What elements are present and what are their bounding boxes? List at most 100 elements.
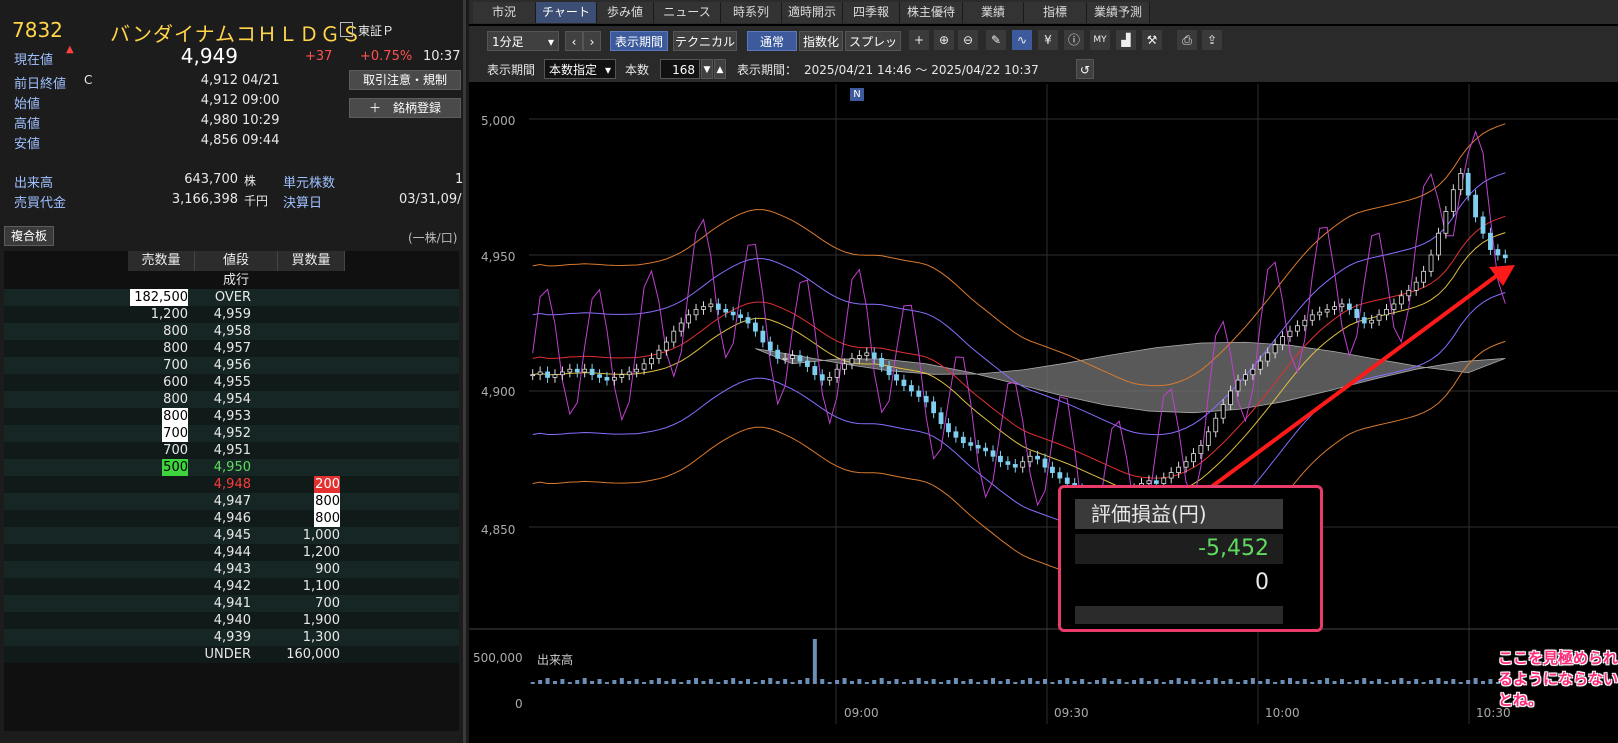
book-row[interactable]: 4,946 800 — [4, 510, 459, 527]
info-icon[interactable]: ⓘ — [1064, 30, 1084, 50]
register-stock-button[interactable]: ＋ 銘柄登録 — [349, 98, 461, 118]
zoom-out-icon[interactable]: ⊖ — [958, 30, 978, 50]
tab-item[interactable]: 歩み値 — [597, 2, 654, 23]
candle — [1064, 477, 1070, 484]
x-tick-0900: 09:00 — [844, 706, 879, 720]
y-tick-4950: 4,950 — [481, 250, 516, 264]
area-chart-icon[interactable]: ▟ — [1116, 30, 1136, 50]
volume-bar — [924, 681, 929, 684]
candle — [1369, 319, 1375, 324]
pencil-icon[interactable]: ✎ — [986, 30, 1006, 50]
volume-bar — [768, 678, 773, 684]
interval-select[interactable]: 1分足 ▾ — [487, 31, 559, 51]
book-row[interactable]: 4,942 1,100 — [4, 578, 459, 595]
book-row[interactable]: 800 4,954 — [4, 391, 459, 408]
price: 4,939 — [213, 630, 251, 645]
tab-item[interactable]: 株主優待 — [900, 2, 963, 23]
book-row[interactable]: 4,944 1,200 — [4, 544, 459, 561]
book-row[interactable]: 800 4,953 — [4, 408, 459, 425]
candle — [1376, 314, 1382, 321]
book-row[interactable]: 4,947 800 — [4, 493, 459, 510]
interval-value: 1分足 — [492, 35, 524, 49]
print-icon[interactable]: ⎙ — [1177, 30, 1197, 50]
period-mode-select[interactable]: 本数指定 ▾ — [544, 59, 616, 79]
book-row[interactable]: 182,500 OVER — [4, 289, 459, 306]
tab-bar: 市況 チャート 歩み値 ニュース 時系列 適時開示 四季報 株主優待 業績 指標 業績予測 — [469, 0, 1618, 24]
book-row[interactable]: 4,940 1,900 — [4, 612, 459, 629]
book-row[interactable]: 800 4,958 — [4, 323, 459, 340]
candle — [560, 371, 565, 376]
candle — [775, 349, 781, 359]
candle — [1168, 472, 1174, 479]
technical-button[interactable]: テクニカル — [673, 31, 737, 51]
book-row[interactable]: UNDER 160,000 — [4, 646, 459, 663]
book-row[interactable]: 1,200 4,959 — [4, 306, 459, 323]
candle — [1309, 314, 1315, 321]
yen-icon[interactable]: ¥ — [1038, 30, 1058, 50]
display-period-button[interactable]: 表示期間 — [610, 31, 668, 51]
book-row[interactable]: 700 4,956 — [4, 357, 459, 374]
book-row[interactable]: 600 4,955 — [4, 374, 459, 391]
volume-bar — [1265, 679, 1270, 684]
tab-item[interactable]: ニュース — [654, 2, 721, 23]
candle — [916, 390, 922, 397]
normal-button[interactable]: 通常 — [747, 31, 797, 51]
volume-bar — [1258, 681, 1263, 684]
market-order-label: 成行 — [222, 273, 249, 288]
tab-item[interactable]: 業績予測 — [1087, 2, 1150, 23]
prev-button[interactable]: ‹ — [565, 31, 583, 51]
memo-icon[interactable] — [340, 22, 353, 37]
volume-bar — [1421, 682, 1426, 684]
tab-item[interactable]: チャート — [536, 2, 597, 23]
volume-bar — [1005, 679, 1010, 684]
book-row[interactable]: 500 4,950 — [4, 459, 459, 476]
count-up-icon[interactable]: ▲ — [714, 59, 726, 79]
tab-item[interactable]: 時系列 — [721, 2, 782, 23]
candle — [611, 376, 617, 381]
tab-item[interactable]: 四季報 — [843, 2, 900, 23]
book-row[interactable]: 4,948 200 — [4, 476, 459, 493]
news-marker[interactable]: N — [850, 88, 864, 101]
candle — [849, 357, 855, 365]
line-chart-icon[interactable]: ∿ — [1012, 30, 1032, 50]
tab-item[interactable]: 業績 — [963, 2, 1024, 23]
book-row[interactable]: 700 4,952 — [4, 425, 459, 442]
book-row[interactable]: 4,945 1,000 — [4, 527, 459, 544]
candle — [842, 363, 847, 370]
sell-qty: 182,500 — [130, 289, 188, 306]
zoom-in-icon[interactable]: ⊕ — [934, 30, 954, 50]
book-row[interactable]: 4,941 700 — [4, 595, 459, 612]
count-down-icon[interactable]: ▼ — [701, 59, 713, 79]
export-icon[interactable]: ⇪ — [1202, 30, 1222, 50]
price-change: +37 — [305, 49, 333, 64]
price-chart[interactable] — [469, 84, 1618, 743]
volume-bar — [1191, 679, 1196, 684]
volume-bar — [1139, 678, 1144, 684]
candle — [574, 368, 580, 373]
book-row[interactable]: 4,939 1,300 — [4, 629, 459, 646]
book-row[interactable]: 800 4,957 — [4, 340, 459, 357]
tab-item[interactable]: 市況 — [473, 2, 536, 23]
wrench-icon[interactable]: ⚒ — [1142, 30, 1162, 50]
crosshair-icon[interactable]: + — [909, 30, 929, 50]
trade-caution-button[interactable]: 取引注意・規制 — [349, 70, 461, 90]
range-value: 2025/04/21 14:46 〜 2025/04/22 10:37 — [804, 63, 1039, 77]
tab-item[interactable]: 指標 — [1024, 2, 1087, 23]
book-tab[interactable]: 複合板 — [4, 226, 54, 246]
reset-icon[interactable]: ↺ — [1076, 59, 1094, 79]
my-icon[interactable]: MY — [1090, 30, 1110, 50]
candle — [1295, 325, 1300, 332]
volume-bar — [998, 681, 1003, 684]
current-price: 4,949 — [180, 44, 238, 68]
spread-button[interactable]: スプレッド — [845, 31, 901, 69]
book-row[interactable]: 4,943 900 — [4, 561, 459, 578]
count-input[interactable]: 168 — [660, 59, 700, 79]
index-button[interactable]: 指数化 — [799, 31, 843, 51]
high-value: 4,980 — [200, 113, 238, 128]
candle — [715, 303, 721, 310]
candle — [983, 447, 988, 452]
next-button[interactable]: › — [583, 31, 601, 51]
volume-bar — [1236, 682, 1241, 684]
book-row[interactable]: 700 4,951 — [4, 442, 459, 459]
tab-item[interactable]: 適時開示 — [782, 2, 843, 23]
